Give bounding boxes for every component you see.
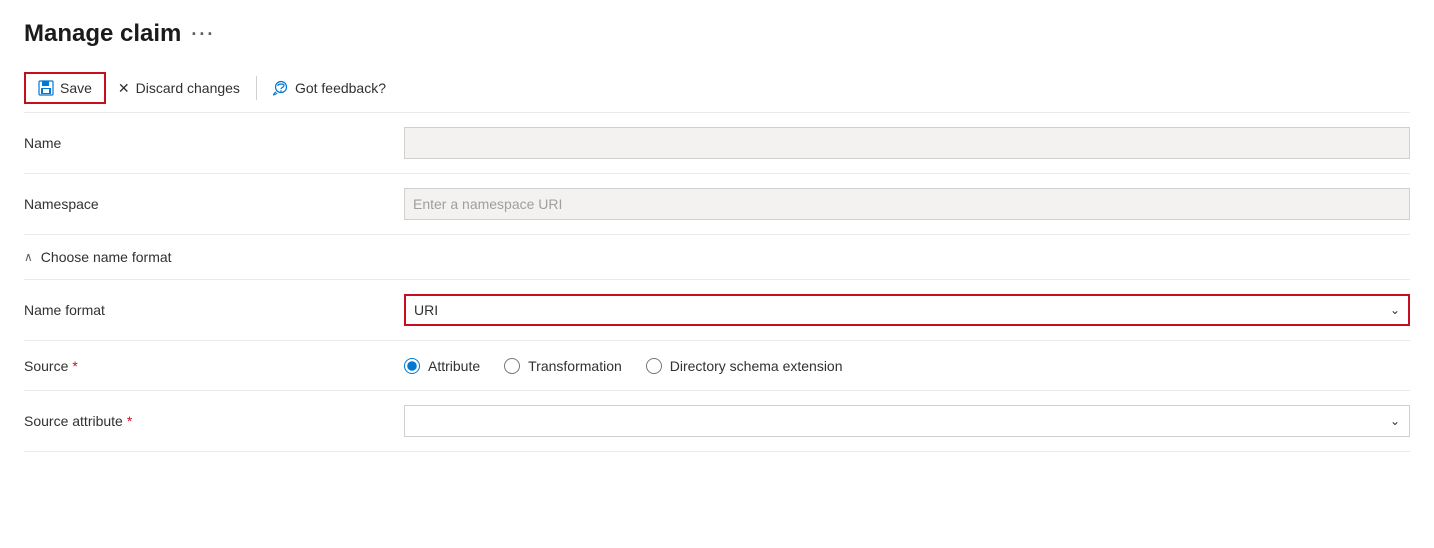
title-ellipsis: ··· [191, 24, 215, 45]
radio-attribute-label: Attribute [428, 358, 480, 374]
source-control: Attribute Transformation Directory schem… [404, 358, 1410, 374]
name-format-label: Name format [24, 302, 404, 318]
radio-transformation-input[interactable] [504, 358, 520, 374]
save-button[interactable]: Save [24, 72, 106, 104]
radio-attribute-input[interactable] [404, 358, 420, 374]
name-input[interactable] [404, 127, 1410, 159]
discard-button[interactable]: ✕ Discard changes [106, 74, 252, 103]
source-label: Source * [24, 358, 404, 374]
namespace-row: Namespace [24, 174, 1410, 235]
radio-transformation-label: Transformation [528, 358, 622, 374]
namespace-control [404, 188, 1410, 220]
name-control [404, 127, 1410, 159]
chevron-up-icon: ∧ [24, 250, 33, 264]
source-row: Source * Attribute Transformation Direc [24, 341, 1410, 391]
source-attribute-control: ⌄ [404, 405, 1410, 437]
page-title: Manage claim [24, 20, 181, 48]
feedback-icon [273, 80, 289, 96]
x-icon: ✕ [118, 80, 130, 97]
radio-directory[interactable]: Directory schema extension [646, 358, 843, 374]
source-required-star: * [72, 358, 77, 374]
radio-directory-label: Directory schema extension [670, 358, 843, 374]
name-row: Name [24, 113, 1410, 174]
name-format-select-wrapper: URI Basic Email Unspecified Windows qual… [404, 294, 1410, 326]
choose-name-format-section[interactable]: ∧ Choose name format [24, 235, 1410, 280]
save-label: Save [60, 80, 92, 96]
discard-label: Discard changes [136, 80, 240, 96]
name-format-select[interactable]: URI Basic Email Unspecified Windows qual… [404, 294, 1410, 326]
radio-attribute[interactable]: Attribute [404, 358, 480, 374]
source-attribute-label: Source attribute * [24, 413, 404, 429]
form-section: Name Namespace ∧ Choose name format Name… [24, 113, 1410, 452]
namespace-input[interactable] [404, 188, 1410, 220]
choose-name-format-label: Choose name format [41, 249, 172, 265]
toolbar-divider [256, 76, 257, 100]
source-radio-group: Attribute Transformation Directory schem… [404, 358, 1410, 374]
source-attribute-select-wrapper: ⌄ [404, 405, 1410, 437]
save-icon [38, 80, 54, 96]
page-container: Manage claim ··· Save ✕ Discard changes [0, 0, 1434, 472]
name-label: Name [24, 135, 404, 151]
namespace-label: Namespace [24, 196, 404, 212]
source-attribute-select[interactable] [404, 405, 1410, 437]
feedback-label: Got feedback? [295, 80, 386, 96]
radio-transformation[interactable]: Transformation [504, 358, 622, 374]
feedback-button[interactable]: Got feedback? [261, 74, 398, 102]
page-title-section: Manage claim ··· [24, 20, 1410, 48]
toolbar: Save ✕ Discard changes Got feedback? [24, 64, 1410, 113]
radio-directory-input[interactable] [646, 358, 662, 374]
name-format-control: URI Basic Email Unspecified Windows qual… [404, 294, 1410, 326]
name-format-row: Name format URI Basic Email Unspecified … [24, 280, 1410, 341]
source-attribute-row: Source attribute * ⌄ [24, 391, 1410, 452]
source-attribute-required-star: * [127, 413, 132, 429]
